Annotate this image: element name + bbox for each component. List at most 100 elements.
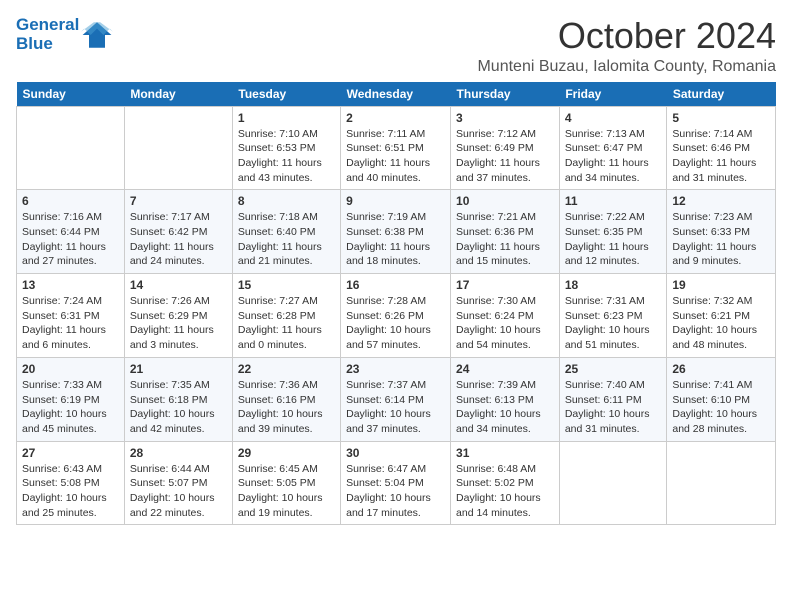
calendar-week-row: 20 Sunrise: 7:33 AMSunset: 6:19 PMDayligh…	[17, 357, 776, 441]
day-number: 16	[346, 278, 445, 292]
day-number: 17	[456, 278, 554, 292]
day-of-week-header: Tuesday	[232, 82, 340, 107]
calendar-day-cell: 20 Sunrise: 7:33 AMSunset: 6:19 PMDayligh…	[17, 357, 125, 441]
day-number: 31	[456, 446, 554, 460]
day-number: 1	[238, 111, 335, 125]
calendar-week-row: 27 Sunrise: 6:43 AMSunset: 5:08 PMDayligh…	[17, 441, 776, 525]
day-info: Sunrise: 7:35 AMSunset: 6:18 PMDaylight:…	[130, 378, 227, 437]
day-number: 6	[22, 194, 119, 208]
day-info: Sunrise: 7:21 AMSunset: 6:36 PMDaylight:…	[456, 210, 554, 269]
calendar-day-cell: 24Sunrise: 7:39 AMSunset: 6:13 PMDayligh…	[451, 357, 560, 441]
day-info: Sunrise: 7:19 AMSunset: 6:38 PMDaylight:…	[346, 210, 445, 269]
day-info: Sunrise: 7:26 AMSunset: 6:29 PMDaylight:…	[130, 294, 227, 353]
day-info: Sunrise: 7:30 AMSunset: 6:24 PMDaylight:…	[456, 294, 554, 353]
day-info: Sunrise: 7:40 AMSunset: 6:11 PMDaylight:…	[565, 378, 662, 437]
day-info: Sunrise: 7:14 AMSunset: 6:46 PMDaylight:…	[672, 127, 770, 186]
day-info: Sunrise: 6:48 AMSunset: 5:02 PMDaylight:…	[456, 462, 554, 521]
day-info: Sunrise: 7:33 AMSunset: 6:19 PMDaylight:…	[22, 378, 119, 437]
day-number: 7	[130, 194, 227, 208]
calendar-day-cell: 13 Sunrise: 7:24 AMSunset: 6:31 PMDayligh…	[17, 274, 125, 358]
day-of-week-header: Wednesday	[341, 82, 451, 107]
day-number: 13	[22, 278, 119, 292]
calendar-day-cell: 21 Sunrise: 7:35 AMSunset: 6:18 PMDayligh…	[124, 357, 232, 441]
location-subtitle: Munteni Buzau, Ialomita County, Romania	[477, 58, 776, 76]
calendar-day-cell: 10 Sunrise: 7:21 AMSunset: 6:36 PMDayligh…	[451, 190, 560, 274]
day-number: 9	[346, 194, 445, 208]
day-number: 21	[130, 362, 227, 376]
day-number: 8	[238, 194, 335, 208]
day-info: Sunrise: 7:17 AMSunset: 6:42 PMDaylight:…	[130, 210, 227, 269]
calendar-day-cell: 8Sunrise: 7:18 AMSunset: 6:40 PMDaylight…	[232, 190, 340, 274]
day-of-week-header: Thursday	[451, 82, 560, 107]
calendar-body: 1Sunrise: 7:10 AMSunset: 6:53 PMDaylight…	[17, 106, 776, 525]
calendar-day-cell	[124, 106, 232, 190]
day-info: Sunrise: 7:13 AMSunset: 6:47 PMDaylight:…	[565, 127, 662, 186]
day-info: Sunrise: 7:27 AMSunset: 6:28 PMDaylight:…	[238, 294, 335, 353]
calendar-day-cell: 26Sunrise: 7:41 AMSunset: 6:10 PMDayligh…	[667, 357, 776, 441]
calendar-day-cell	[17, 106, 125, 190]
calendar-day-cell: 25 Sunrise: 7:40 AMSunset: 6:11 PMDayligh…	[559, 357, 667, 441]
calendar-day-cell	[559, 441, 667, 525]
logo-line1: General	[16, 16, 79, 35]
day-info: Sunrise: 6:47 AMSunset: 5:04 PMDaylight:…	[346, 462, 445, 521]
day-number: 27	[22, 446, 119, 460]
day-number: 20	[22, 362, 119, 376]
calendar-day-cell: 17 Sunrise: 7:30 AMSunset: 6:24 PMDayligh…	[451, 274, 560, 358]
calendar-day-cell: 12 Sunrise: 7:23 AMSunset: 6:33 PMDayligh…	[667, 190, 776, 274]
calendar-day-cell: 18Sunrise: 7:31 AMSunset: 6:23 PMDayligh…	[559, 274, 667, 358]
day-number: 28	[130, 446, 227, 460]
calendar-day-cell: 31 Sunrise: 6:48 AMSunset: 5:02 PMDayligh…	[451, 441, 560, 525]
day-info: Sunrise: 7:32 AMSunset: 6:21 PMDaylight:…	[672, 294, 770, 353]
calendar-week-row: 1Sunrise: 7:10 AMSunset: 6:53 PMDaylight…	[17, 106, 776, 190]
day-info: Sunrise: 7:22 AMSunset: 6:35 PMDaylight:…	[565, 210, 662, 269]
day-info: Sunrise: 6:45 AMSunset: 5:05 PMDaylight:…	[238, 462, 335, 521]
calendar-day-cell: 19 Sunrise: 7:32 AMSunset: 6:21 PMDayligh…	[667, 274, 776, 358]
day-of-week-header: Friday	[559, 82, 667, 107]
calendar-day-cell: 16 Sunrise: 7:28 AMSunset: 6:26 PMDayligh…	[341, 274, 451, 358]
logo-icon	[81, 19, 113, 51]
day-number: 19	[672, 278, 770, 292]
day-number: 26	[672, 362, 770, 376]
day-of-week-header: Monday	[124, 82, 232, 107]
calendar-table: SundayMondayTuesdayWednesdayThursdayFrid…	[16, 82, 776, 526]
day-info: Sunrise: 7:11 AMSunset: 6:51 PMDaylight:…	[346, 127, 445, 186]
calendar-week-row: 6 Sunrise: 7:16 AMSunset: 6:44 PMDaylight…	[17, 190, 776, 274]
calendar-day-cell: 7 Sunrise: 7:17 AMSunset: 6:42 PMDaylight…	[124, 190, 232, 274]
logo: General Blue	[16, 16, 113, 53]
day-info: Sunrise: 7:12 AMSunset: 6:49 PMDaylight:…	[456, 127, 554, 186]
day-info: Sunrise: 7:23 AMSunset: 6:33 PMDaylight:…	[672, 210, 770, 269]
calendar-day-cell: 28 Sunrise: 6:44 AMSunset: 5:07 PMDayligh…	[124, 441, 232, 525]
day-number: 12	[672, 194, 770, 208]
calendar-day-cell: 4Sunrise: 7:13 AMSunset: 6:47 PMDaylight…	[559, 106, 667, 190]
day-info: Sunrise: 6:44 AMSunset: 5:07 PMDaylight:…	[130, 462, 227, 521]
calendar-day-cell	[667, 441, 776, 525]
calendar-day-cell: 15Sunrise: 7:27 AMSunset: 6:28 PMDayligh…	[232, 274, 340, 358]
calendar-day-cell: 3Sunrise: 7:12 AMSunset: 6:49 PMDaylight…	[451, 106, 560, 190]
day-of-week-header: Sunday	[17, 82, 125, 107]
day-number: 18	[565, 278, 662, 292]
day-info: Sunrise: 7:36 AMSunset: 6:16 PMDaylight:…	[238, 378, 335, 437]
calendar-day-cell: 27 Sunrise: 6:43 AMSunset: 5:08 PMDayligh…	[17, 441, 125, 525]
calendar-day-cell: 2Sunrise: 7:11 AMSunset: 6:51 PMDaylight…	[341, 106, 451, 190]
calendar-day-cell: 22 Sunrise: 7:36 AMSunset: 6:16 PMDayligh…	[232, 357, 340, 441]
calendar-day-cell: 1Sunrise: 7:10 AMSunset: 6:53 PMDaylight…	[232, 106, 340, 190]
day-number: 25	[565, 362, 662, 376]
month-title: October 2024	[477, 16, 776, 56]
day-info: Sunrise: 6:43 AMSunset: 5:08 PMDaylight:…	[22, 462, 119, 521]
day-number: 5	[672, 111, 770, 125]
day-number: 14	[130, 278, 227, 292]
day-number: 10	[456, 194, 554, 208]
calendar-day-cell: 9 Sunrise: 7:19 AMSunset: 6:38 PMDaylight…	[341, 190, 451, 274]
calendar-day-cell: 23 Sunrise: 7:37 AMSunset: 6:14 PMDayligh…	[341, 357, 451, 441]
day-info: Sunrise: 7:28 AMSunset: 6:26 PMDaylight:…	[346, 294, 445, 353]
day-info: Sunrise: 7:37 AMSunset: 6:14 PMDaylight:…	[346, 378, 445, 437]
day-number: 29	[238, 446, 335, 460]
day-number: 23	[346, 362, 445, 376]
calendar-day-cell: 30 Sunrise: 6:47 AMSunset: 5:04 PMDayligh…	[341, 441, 451, 525]
day-info: Sunrise: 7:16 AMSunset: 6:44 PMDaylight:…	[22, 210, 119, 269]
day-info: Sunrise: 7:24 AMSunset: 6:31 PMDaylight:…	[22, 294, 119, 353]
calendar-day-cell: 5 Sunrise: 7:14 AMSunset: 6:46 PMDaylight…	[667, 106, 776, 190]
day-number: 30	[346, 446, 445, 460]
calendar-header-row: SundayMondayTuesdayWednesdayThursdayFrid…	[17, 82, 776, 107]
day-number: 22	[238, 362, 335, 376]
